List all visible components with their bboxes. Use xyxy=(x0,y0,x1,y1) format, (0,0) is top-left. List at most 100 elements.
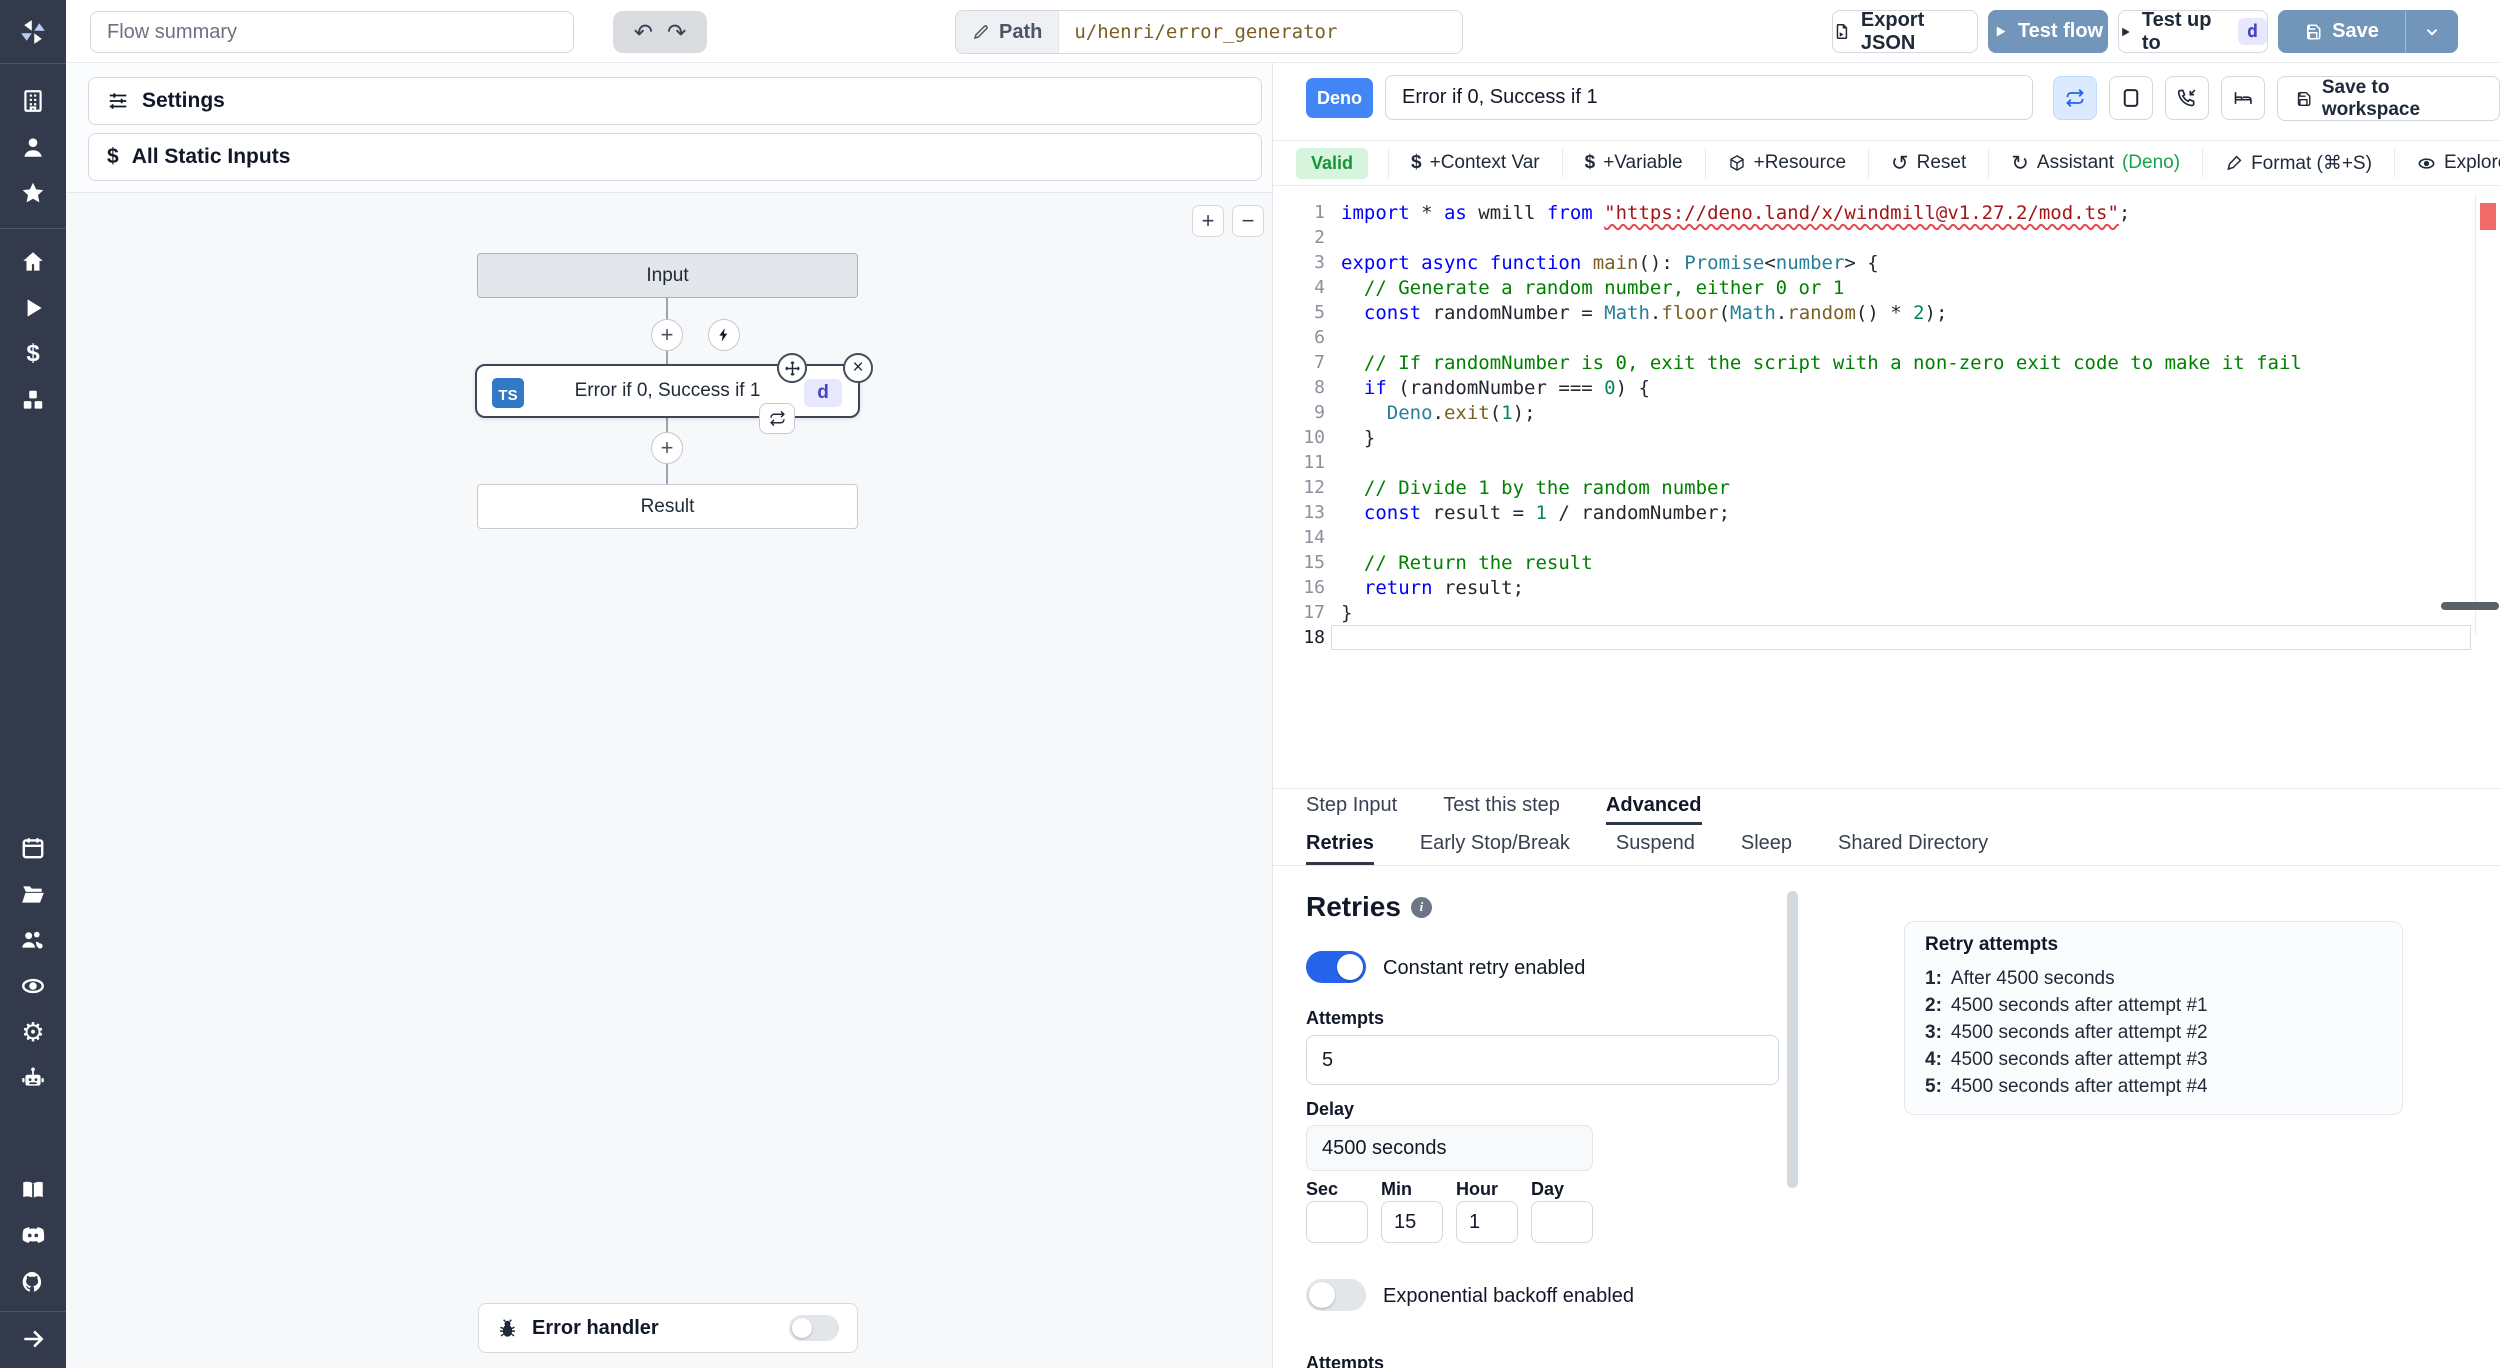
flow-summary-input[interactable] xyxy=(90,11,574,53)
collapse-arrow-icon[interactable] xyxy=(18,1324,48,1354)
add-variable-button[interactable]: $ +Variable xyxy=(1561,148,1705,178)
error-handler-label: Error handler xyxy=(532,1316,659,1339)
cube-icon xyxy=(1729,155,1744,171)
subtab-suspend[interactable]: Suspend xyxy=(1616,825,1695,865)
flow-settings-row[interactable]: Settings xyxy=(88,77,1262,125)
step-editor-panel: Deno Save to workspace Valid $+Context V… xyxy=(1272,63,2500,1368)
hour-input[interactable] xyxy=(1456,1201,1518,1243)
schedules-calendar-icon[interactable] xyxy=(18,833,48,863)
user-icon[interactable] xyxy=(18,132,48,162)
assistant-button[interactable]: ↻ Assistant (Deno) xyxy=(1988,148,2202,178)
exponential-backoff-toggle[interactable] xyxy=(1306,1279,1366,1311)
add-resource-button[interactable]: +Resource xyxy=(1704,148,1868,178)
tab-step-input[interactable]: Step Input xyxy=(1306,789,1397,825)
editor-toolbar: Valid $ +Context Var $ +Variable +Resource… xyxy=(1273,140,2500,186)
discord-icon[interactable] xyxy=(18,1221,48,1251)
format-button[interactable]: Format (⌘+S) xyxy=(2202,148,2394,178)
github-icon[interactable] xyxy=(18,1267,48,1297)
error-marker xyxy=(2480,203,2496,230)
workspace-building-icon[interactable] xyxy=(18,86,48,116)
typescript-badge: TS xyxy=(492,378,524,408)
groups-users-icon[interactable] xyxy=(18,925,48,955)
workers-robot-icon[interactable] xyxy=(18,1063,48,1093)
retries-heading: Retries i xyxy=(1306,891,1432,923)
suspend-phone-button[interactable] xyxy=(2165,76,2209,120)
format-brush-icon xyxy=(2227,155,2242,171)
day-input[interactable] xyxy=(1531,1201,1593,1243)
code-line: 3 export async function main(): Promise<n… xyxy=(1314,251,1879,274)
favorites-star-icon[interactable] xyxy=(18,178,48,208)
settings-gear-icon[interactable]: ⚙ xyxy=(18,1017,48,1047)
trigger-bolt-button[interactable] xyxy=(708,319,740,351)
runs-play-icon[interactable] xyxy=(18,293,48,323)
step-retry-badge[interactable] xyxy=(759,403,795,434)
undo-icon[interactable]: ↶ xyxy=(634,20,653,44)
add-context-var-button[interactable]: $ +Context Var xyxy=(1388,148,1562,178)
sleep-bed-button[interactable] xyxy=(2221,76,2265,120)
step-id-badge: d xyxy=(804,379,842,407)
export-json-button[interactable]: Export JSON xyxy=(1832,9,1978,54)
folders-icon[interactable] xyxy=(18,879,48,909)
path-group: Path xyxy=(955,10,1463,54)
code-line: 8 if (randomNumber === 0) { xyxy=(1314,376,1650,399)
home-icon[interactable] xyxy=(18,247,48,277)
step-title-input[interactable] xyxy=(1385,75,2033,120)
path-input[interactable] xyxy=(1059,11,1462,53)
sliders-icon xyxy=(109,93,127,109)
docs-book-icon[interactable] xyxy=(18,1175,48,1205)
add-step-button[interactable]: + xyxy=(651,319,683,351)
language-badge[interactable]: Deno xyxy=(1306,78,1373,118)
zoom-out-button[interactable]: − xyxy=(1232,205,1264,237)
editor-horizontal-scrollbar[interactable] xyxy=(2441,602,2499,610)
retries-scrollbar[interactable] xyxy=(1787,891,1798,1188)
clipped-attempts-label: Attempts xyxy=(1306,1353,1385,1368)
subtab-shared-directory[interactable]: Shared Directory xyxy=(1838,825,1988,865)
all-static-inputs-row[interactable]: $ All Static Inputs xyxy=(88,133,1262,181)
input-node[interactable]: Input xyxy=(477,253,858,298)
test-up-to-button[interactable]: Test up to d xyxy=(2118,9,2268,54)
error-handler-card[interactable]: Error handler xyxy=(478,1303,858,1353)
error-handler-toggle[interactable] xyxy=(789,1315,839,1341)
tab-advanced[interactable]: Advanced xyxy=(1605,789,1702,825)
constant-retry-toggle[interactable] xyxy=(1306,951,1366,983)
save-dropdown-button[interactable] xyxy=(2405,10,2458,53)
move-step-button[interactable] xyxy=(777,353,807,383)
add-step-button[interactable]: + xyxy=(651,432,683,464)
sec-input[interactable] xyxy=(1306,1201,1368,1243)
info-icon[interactable]: i xyxy=(1410,896,1432,918)
retries-toggle-button[interactable] xyxy=(2053,76,2097,120)
delay-label: Delay xyxy=(1306,1099,1355,1119)
code-line: 13 const result = 1 / randomNumber; xyxy=(1303,501,1731,524)
audit-eye-icon[interactable] xyxy=(18,971,48,1001)
flow-canvas[interactable]: + − Input + Error if 0, Success if 1 TS … xyxy=(66,192,1272,1368)
path-label: Path xyxy=(956,11,1060,53)
advanced-subtabs: Retries Early Stop/Break Suspend Sleep S… xyxy=(1273,825,2500,866)
redo-icon[interactable]: ↷ xyxy=(667,20,686,44)
subtab-early-stop[interactable]: Early Stop/Break xyxy=(1420,825,1570,865)
reset-button[interactable]: ↺ Reset xyxy=(1868,148,1988,178)
tab-test-this-step[interactable]: Test this step xyxy=(1443,789,1560,825)
save-to-workspace-button[interactable]: Save to workspace xyxy=(2277,76,2500,121)
delay-input[interactable] xyxy=(1306,1125,1593,1171)
code-line: 15 // Return the result xyxy=(1303,551,1593,574)
test-flow-button[interactable]: Test flow xyxy=(1988,10,2108,53)
subtab-retries[interactable]: Retries xyxy=(1306,825,1374,865)
zoom-in-button[interactable]: + xyxy=(1192,205,1224,237)
save-button[interactable]: Save xyxy=(2278,10,2405,53)
topbar: ↶ ↷ Path Export JSON Test flow Test up t… xyxy=(66,0,2500,63)
result-node[interactable]: Result xyxy=(477,484,858,529)
resources-cubes-icon[interactable] xyxy=(18,385,48,415)
variables-dollar-icon[interactable]: $ xyxy=(18,339,48,369)
windmill-logo[interactable] xyxy=(0,0,66,63)
min-input[interactable] xyxy=(1381,1201,1443,1243)
delete-step-button[interactable]: × xyxy=(843,353,873,383)
attempts-input[interactable] xyxy=(1306,1035,1779,1085)
explore-scripts-button[interactable]: Explore other s xyxy=(2393,148,2500,178)
min-label: Min xyxy=(1381,1179,1412,1199)
code-line: 10 } xyxy=(1303,426,1376,449)
sidebar-divider xyxy=(0,228,66,229)
concurrency-square-button[interactable] xyxy=(2109,76,2153,120)
subtab-sleep[interactable]: Sleep xyxy=(1741,825,1792,865)
dollar-icon: $ xyxy=(1411,152,1422,173)
code-editor[interactable]: 1 import * as wmill from "https://deno.la… xyxy=(1273,195,2500,788)
